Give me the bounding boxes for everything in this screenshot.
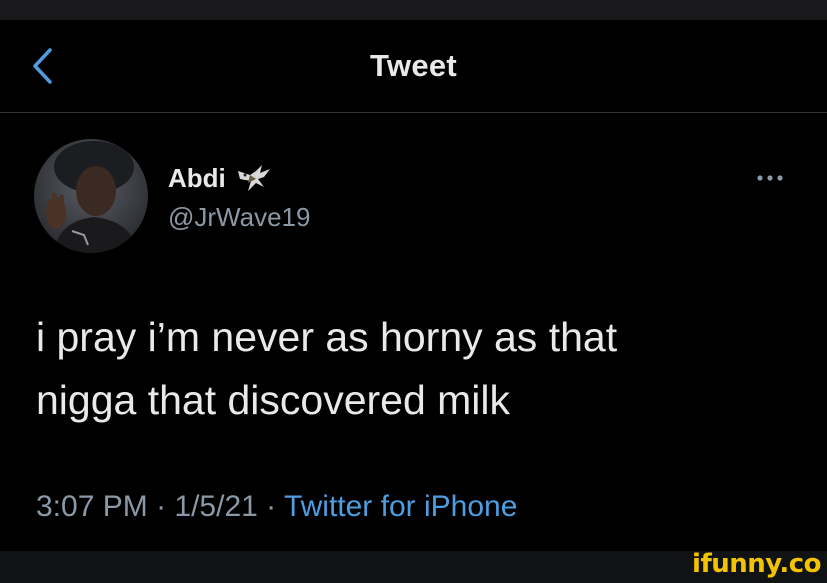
tweet-text-line: i pray i’m never as horny as that	[36, 314, 618, 360]
tweet-screen: Tweet Abdi @JrWave19 i pray i’m never as…	[0, 0, 827, 583]
eagle-emoji-icon	[237, 165, 270, 191]
meta-separator: ·	[147, 490, 175, 523]
tweet-text-line: nigga that discovered milk	[36, 377, 511, 423]
more-horizontal-icon	[757, 175, 783, 181]
top-strip	[0, 0, 827, 20]
page-title: Tweet	[369, 48, 458, 83]
meta-separator: ·	[257, 490, 284, 523]
author-name-row[interactable]: Abdi	[168, 160, 276, 196]
more-options-button[interactable]	[748, 168, 792, 188]
profile-photo-icon	[34, 139, 148, 253]
tweet-meta: 3:07 PM · 1/5/21 · Twitter for iPhone	[36, 490, 517, 524]
tweet-time: 3:07 PM	[36, 490, 148, 523]
tweet-text: i pray i’m never as horny as that nigga …	[36, 306, 796, 432]
tweet-source-link[interactable]: Twitter for iPhone	[284, 490, 517, 523]
author-name: Abdi	[168, 162, 226, 193]
tweet-date: 1/5/21	[174, 490, 258, 523]
ifunny-watermark: ifunny.co	[692, 549, 821, 579]
navigation-bar: Tweet	[0, 20, 827, 113]
avatar[interactable]	[34, 139, 148, 253]
author-handle[interactable]: @JrWave19	[168, 202, 310, 233]
